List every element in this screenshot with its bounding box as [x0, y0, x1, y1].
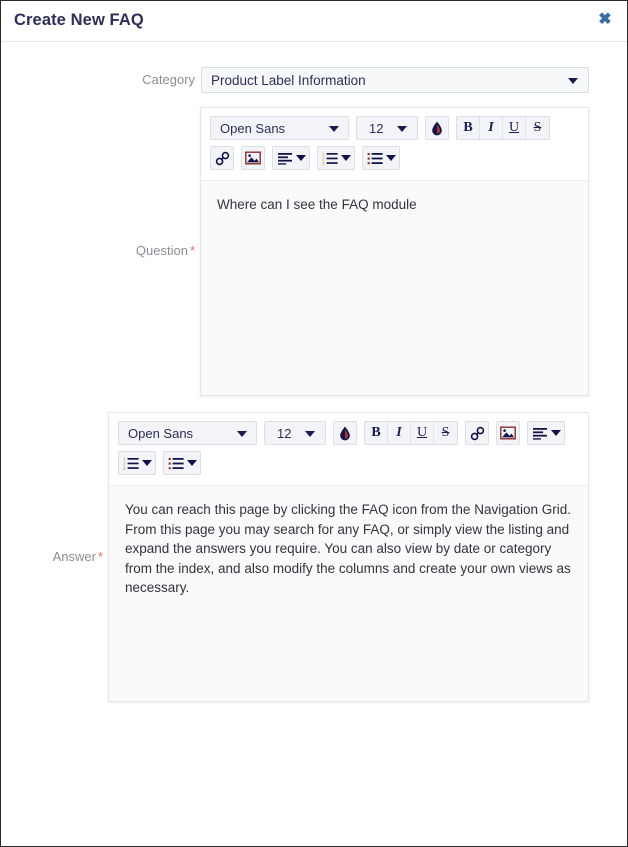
link-button[interactable] — [465, 421, 489, 445]
svg-text:3: 3 — [123, 466, 126, 470]
chevron-down-icon — [568, 78, 578, 84]
chevron-down-icon — [341, 155, 351, 161]
answer-editor-toolbar: Open Sans 12 B I U S 1 2 3 — [109, 413, 588, 481]
font-size-select[interactable]: 12 — [356, 116, 418, 140]
answer-text-area[interactable]: You can reach this page by clicking the … — [109, 485, 588, 701]
image-icon — [245, 151, 261, 165]
bold-button[interactable]: B — [457, 117, 480, 139]
align-left-icon — [278, 153, 292, 165]
question-label: Question * — [135, 243, 195, 258]
chevron-down-icon — [329, 126, 339, 132]
underline-button[interactable]: U — [411, 422, 434, 444]
question-editor-toolbar: Open Sans 12 B I U S 1 2 3 — [201, 108, 588, 176]
bulleted-list-icon — [367, 153, 383, 165]
droplet-icon — [432, 121, 442, 135]
dialog-footer: Close Create — [1, 784, 627, 846]
text-style-group[interactable]: B I U S — [456, 116, 550, 140]
fill-color-button[interactable] — [425, 116, 449, 140]
link-chain-icon — [470, 426, 484, 440]
svg-text:3: 3 — [322, 161, 325, 165]
answer-editor[interactable]: Open Sans 12 B I U S 1 2 3 You can reach… — [108, 412, 589, 702]
required-marker: * — [189, 243, 195, 258]
chevron-down-icon — [142, 460, 152, 466]
answer-value: You can reach this page by clicking the … — [125, 502, 575, 596]
bulleted-list-button[interactable] — [163, 451, 201, 475]
required-marker: * — [97, 549, 103, 564]
chevron-down-icon — [237, 431, 247, 437]
underline-button[interactable]: U — [503, 117, 526, 139]
chevron-down-icon — [551, 430, 561, 436]
align-left-icon — [533, 428, 547, 440]
image-button[interactable] — [241, 146, 265, 170]
link-button[interactable] — [210, 146, 234, 170]
font-family-select[interactable]: Open Sans — [210, 116, 349, 140]
category-select[interactable]: Product Label Information — [201, 67, 589, 93]
chevron-down-icon — [296, 155, 306, 161]
bulleted-list-button[interactable] — [362, 146, 400, 170]
question-editor[interactable]: Open Sans 12 B I U S 1 2 3 Where can I s… — [200, 107, 589, 396]
image-icon — [500, 426, 516, 440]
image-button[interactable] — [496, 421, 520, 445]
chevron-down-icon — [187, 460, 197, 466]
category-select-value: Product Label Information — [211, 73, 366, 88]
answer-label: Answer * — [52, 549, 103, 564]
strikethrough-button[interactable]: S — [434, 422, 457, 444]
align-button[interactable] — [272, 146, 310, 170]
numbered-list-icon: 1 2 3 — [123, 456, 139, 470]
create-faq-dialog: Create New FAQ ✖ Category Product Label … — [0, 0, 628, 847]
numbered-list-icon: 1 2 3 — [322, 151, 338, 165]
strikethrough-button[interactable]: S — [526, 117, 549, 139]
text-style-group[interactable]: B I U S — [364, 421, 458, 445]
bold-button[interactable]: B — [365, 422, 388, 444]
page-title: Create New FAQ — [14, 11, 144, 29]
numbered-list-button[interactable]: 1 2 3 — [317, 146, 355, 170]
category-label: Category — [142, 72, 195, 87]
question-text-area[interactable]: Where can I see the FAQ module — [201, 180, 588, 395]
chevron-down-icon — [305, 431, 315, 437]
close-icon[interactable]: ✖ — [595, 10, 615, 30]
font-size-select[interactable]: 12 — [264, 421, 326, 445]
chevron-down-icon — [386, 155, 396, 161]
dialog-titlebar: Create New FAQ ✖ — [1, 1, 627, 42]
droplet-icon — [340, 426, 350, 440]
link-chain-icon — [215, 151, 229, 165]
italic-button[interactable]: I — [388, 422, 411, 444]
bulleted-list-icon — [168, 458, 184, 470]
numbered-list-button[interactable]: 1 2 3 — [118, 451, 156, 475]
fill-color-button[interactable] — [333, 421, 357, 445]
italic-button[interactable]: I — [480, 117, 503, 139]
font-family-select[interactable]: Open Sans — [118, 421, 257, 445]
chevron-down-icon — [397, 126, 407, 132]
align-button[interactable] — [527, 421, 565, 445]
question-value: Where can I see the FAQ module — [217, 197, 417, 212]
